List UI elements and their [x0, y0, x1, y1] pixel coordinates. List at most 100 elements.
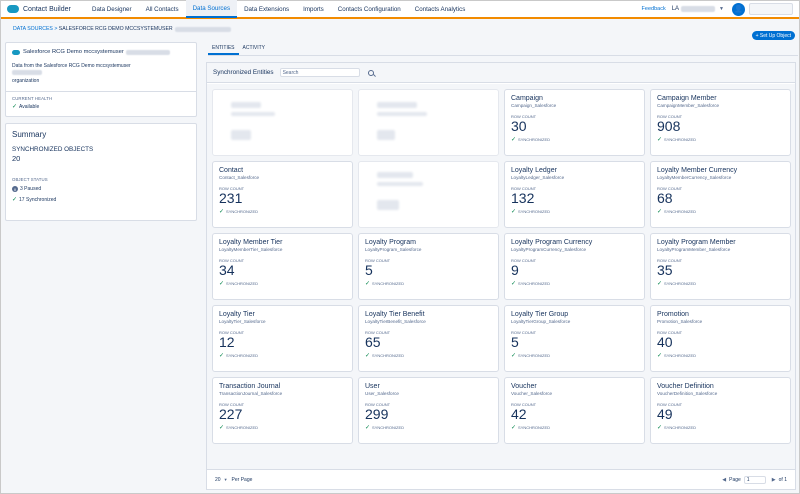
- sync-status: ✓ SYNCHRONIZED: [511, 208, 638, 215]
- entity-card[interactable]: Loyalty Program Member LoyaltyProgramMem…: [650, 233, 791, 300]
- data-source-description: Data from the Salesforce RCG Demo mccsys…: [12, 63, 162, 85]
- row-count-value: 9: [511, 262, 519, 278]
- next-page-icon[interactable]: ▶: [772, 477, 776, 483]
- entity-card[interactable]: Loyalty Member Currency LoyaltyMemberCur…: [650, 161, 791, 228]
- entity-card[interactable]: Promotion Promotion_Salesforce ROW COUNT…: [650, 305, 791, 372]
- entity-card[interactable]: Loyalty Ledger LoyaltyLedger_Salesforce …: [504, 161, 645, 228]
- entity-card[interactable]: Contact Contact_Salesforce ROW COUNT 231…: [212, 161, 353, 228]
- row-count-value: 12: [219, 334, 235, 350]
- entity-card[interactable]: Voucher Voucher_Salesforce ROW COUNT 42 …: [504, 377, 645, 444]
- pause-icon: ll: [12, 186, 18, 192]
- check-icon: ✓: [219, 209, 225, 215]
- row-count-value: 30: [511, 118, 527, 134]
- nav-contacts-analytics[interactable]: Contacts Analytics: [408, 0, 473, 18]
- sync-status-label: SYNCHRONIZED: [372, 281, 405, 286]
- entity-card[interactable]: Loyalty Tier LoyaltyTier_Salesforce ROW …: [212, 305, 353, 372]
- sync-status: ✓ SYNCHRONIZED: [219, 208, 346, 215]
- sync-status-label: SYNCHRONIZED: [518, 281, 551, 286]
- entity-api-name: LoyaltyProgram_Salesforce: [365, 247, 422, 252]
- tab-activity[interactable]: ACTIVITY: [239, 43, 270, 55]
- sync-status-label: SYNCHRONIZED: [226, 209, 259, 214]
- synchronized-status[interactable]: ✓ 17 Synchronized: [12, 196, 190, 204]
- entity-name: Loyalty Tier: [219, 311, 255, 318]
- data-source-panel: Salesforce RCG Demo mccsystemuser Data f…: [5, 42, 197, 117]
- tab-entities[interactable]: ENTITIES: [208, 43, 239, 55]
- nav-data-designer[interactable]: Data Designer: [85, 0, 139, 18]
- nav-all-contacts[interactable]: All Contacts: [139, 0, 186, 18]
- check-icon: ✓: [511, 425, 517, 431]
- entity-card[interactable]: User User_Salesforce ROW COUNT 299 ✓ SYNC…: [358, 377, 499, 444]
- description-redacted: [12, 70, 42, 75]
- entity-card[interactable]: Loyalty Tier Benefit LoyaltyTierBenefit_…: [358, 305, 499, 372]
- left-column: Salesforce RCG Demo mccsystemuser Data f…: [5, 42, 197, 221]
- nav-data-sources[interactable]: Data Sources: [185, 0, 238, 18]
- search-input[interactable]: Search: [279, 68, 360, 77]
- paused-count: 3 Paused: [20, 186, 42, 192]
- entity-api-name: User_Salesforce: [365, 391, 399, 396]
- entity-api-name: Promotion_Salesforce: [657, 319, 703, 324]
- entity-name: Transaction Journal: [219, 383, 281, 390]
- entities-title: Synchronized Entities: [213, 69, 274, 76]
- sync-status: ✓ SYNCHRONIZED: [219, 352, 346, 359]
- entity-api-name: LoyaltyTier_Salesforce: [219, 319, 266, 324]
- nav-contacts-configuration[interactable]: Contacts Configuration: [331, 0, 408, 18]
- nav-data-extensions[interactable]: Data Extensions: [237, 0, 296, 18]
- synchronized-count: 17 Synchronized: [19, 196, 57, 203]
- description-tail: organization: [12, 78, 40, 84]
- check-icon: ✓: [511, 209, 517, 215]
- entity-api-name: LoyaltyTierGroup_Salesforce: [511, 319, 571, 324]
- previous-page-icon[interactable]: ◀: [722, 477, 726, 483]
- synchronized-objects-label: SYNCHRONIZED OBJECTS: [12, 146, 94, 153]
- breadcrumb-data-sources[interactable]: DATA SOURCES: [13, 26, 53, 32]
- top-right-controls: Feedback LA ▼ 👤: [642, 0, 799, 18]
- breadcrumb-current: SALESFORCE RCG DEMO MCCSYSTEMUSER: [58, 26, 173, 32]
- set-up-object-button[interactable]: + Set Up Object: [751, 31, 795, 40]
- feedback-link[interactable]: Feedback: [642, 6, 666, 12]
- check-icon: ✓: [219, 281, 225, 287]
- current-health-label: CURRENT HEALTH: [12, 96, 53, 101]
- user-avatar-icon[interactable]: 👤: [732, 2, 745, 16]
- entity-card[interactable]: Loyalty Member Tier LoyaltyMemberTier_Sa…: [212, 233, 353, 300]
- per-page-select[interactable]: 20 ▼: [215, 477, 228, 483]
- nav-imports[interactable]: Imports: [296, 0, 331, 18]
- entity-card[interactable]: Loyalty Program LoyaltyProgram_Salesforc…: [358, 233, 499, 300]
- entity-card[interactable]: Campaign Campaign_Salesforce ROW COUNT 3…: [504, 89, 645, 156]
- health-value: Available: [19, 103, 40, 110]
- check-icon: ✓: [365, 353, 371, 359]
- account-switcher-label[interactable]: LA: [672, 6, 679, 12]
- sync-status: ✓ SYNCHRONIZED: [657, 424, 784, 431]
- entity-name: Contact: [219, 167, 244, 174]
- entity-api-name: Voucher_Salesforce: [511, 391, 553, 396]
- divider: [6, 91, 196, 92]
- entity-card[interactable]: Transaction Journal TransactionJournal_S…: [212, 377, 353, 444]
- check-icon: ✓: [511, 281, 517, 287]
- sync-status-label: SYNCHRONIZED: [226, 353, 259, 358]
- row-count-value: 65: [365, 334, 381, 350]
- entity-card[interactable]: Loyalty Program Currency LoyaltyProgramC…: [504, 233, 645, 300]
- entity-card[interactable]: Loyalty Tier Group LoyaltyTierGroup_Sale…: [504, 305, 645, 372]
- entity-api-name: LoyaltyMemberTier_Salesforce: [219, 247, 283, 252]
- page-number-input[interactable]: 1: [743, 475, 766, 484]
- entity-name: Loyalty Tier Benefit: [365, 311, 425, 318]
- sync-status: ✓ SYNCHRONIZED: [657, 280, 784, 287]
- breadcrumb: DATA SOURCES > SALESFORCE RCG DEMO MCCSY…: [13, 26, 231, 32]
- search-icon[interactable]: [367, 69, 374, 76]
- sync-status: ✓ SYNCHRONIZED: [365, 280, 492, 287]
- entity-api-name: LoyaltyLedger_Salesforce: [511, 175, 565, 180]
- user-menu[interactable]: [749, 3, 793, 15]
- row-count-value: 132: [511, 190, 535, 206]
- entity-name: Loyalty Program Member: [657, 239, 736, 246]
- top-navigation-bar: Contact Builder Data Designer All Contac…: [1, 0, 799, 19]
- entity-name: Campaign Member: [657, 95, 717, 102]
- check-icon: ✓: [657, 209, 663, 215]
- entity-card[interactable]: Voucher Definition VoucherDefinition_Sal…: [650, 377, 791, 444]
- chevron-down-icon[interactable]: ▼: [719, 6, 724, 12]
- source-name-redacted: [125, 49, 170, 55]
- app-logo[interactable]: Contact Builder: [1, 5, 85, 13]
- entity-name: Loyalty Program: [365, 239, 416, 246]
- entity-card[interactable]: Campaign Member CampaignMember_Salesforc…: [650, 89, 791, 156]
- check-icon: ✓: [511, 353, 517, 359]
- row-count-value: 35: [657, 262, 673, 278]
- paused-status[interactable]: ll 3 Paused: [12, 186, 190, 192]
- entity-card-grid: Campaign Campaign_Salesforce ROW COUNT 3…: [207, 84, 795, 469]
